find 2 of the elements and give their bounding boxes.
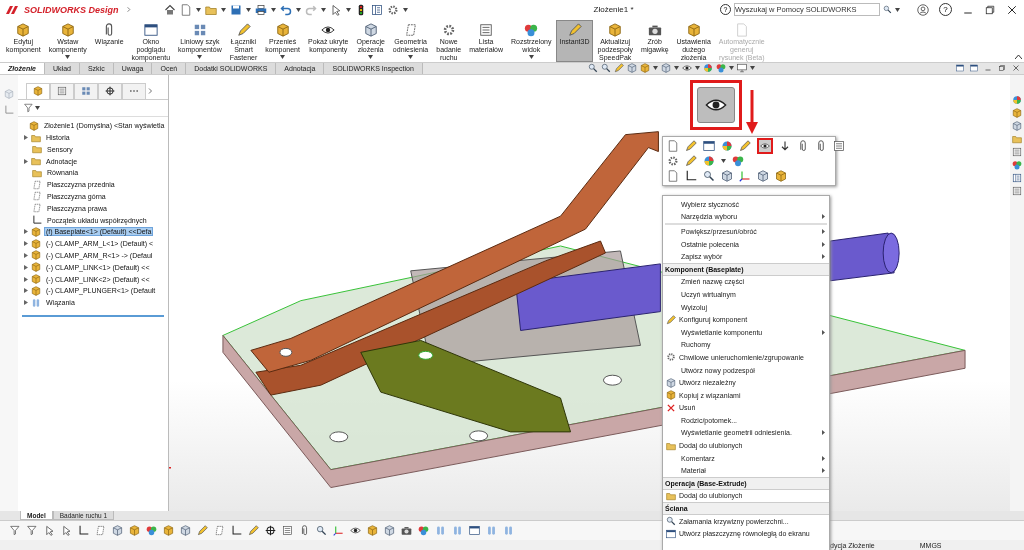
window-title: Złożenie1 * bbox=[593, 5, 634, 15]
app-logo: SOLIDWORKS Design bbox=[24, 4, 119, 15]
